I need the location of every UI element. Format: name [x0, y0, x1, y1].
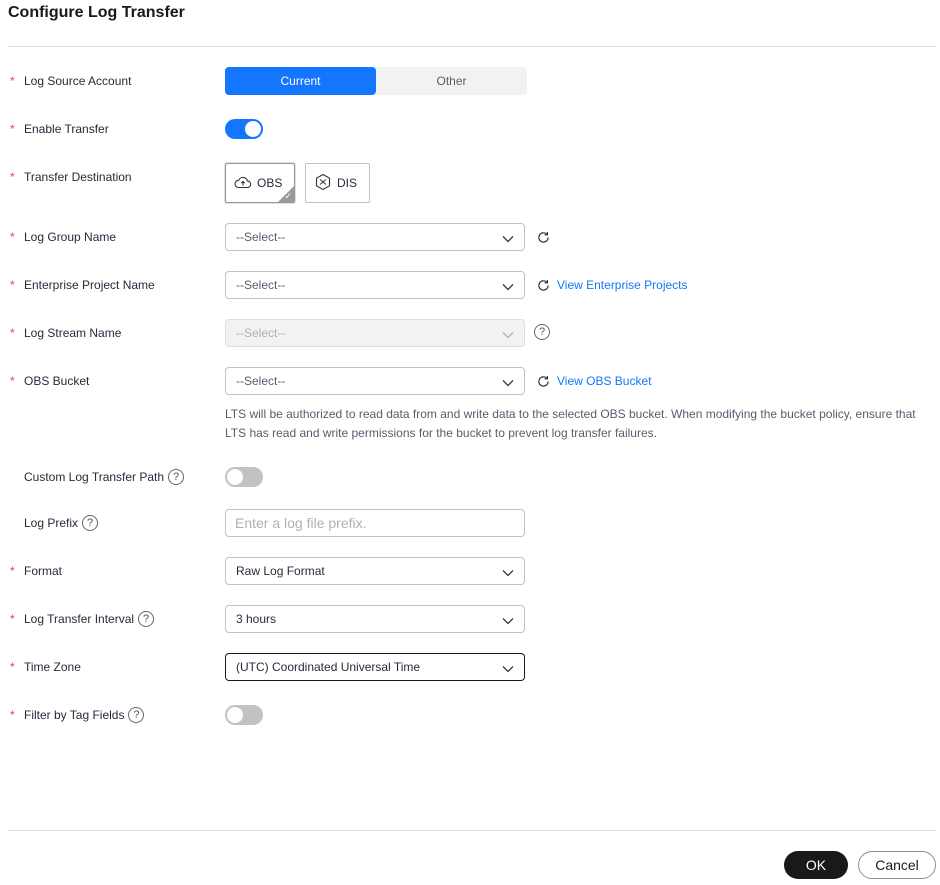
filter-tags-toggle[interactable]: [225, 705, 263, 725]
option-current[interactable]: Current: [225, 67, 376, 95]
view-enterprise-projects-link[interactable]: View Enterprise Projects: [557, 278, 688, 292]
required-marker: *: [10, 612, 15, 626]
help-icon[interactable]: ?: [82, 515, 99, 531]
row-log-stream: * Log Stream Name --Select-- ?: [0, 319, 940, 347]
row-enterprise-project: * Enterprise Project Name --Select-- Vie…: [0, 271, 940, 299]
interval-select[interactable]: 3 hours: [225, 605, 525, 633]
custom-path-label: Custom Log Transfer Path ?: [10, 469, 185, 485]
cancel-button[interactable]: Cancel: [858, 851, 936, 879]
refresh-icon[interactable]: [535, 277, 551, 293]
obs-bucket-hint: LTS will be authorized to read data from…: [225, 407, 916, 440]
enterprise-project-label: * Enterprise Project Name: [10, 278, 155, 292]
ok-button[interactable]: OK: [784, 851, 848, 879]
required-marker: *: [10, 278, 15, 292]
chevron-down-icon: [502, 328, 514, 342]
required-marker: *: [10, 564, 15, 578]
destination-dis-card[interactable]: DIS: [305, 163, 370, 203]
help-icon[interactable]: ?: [534, 324, 550, 340]
row-log-source-account: * Log Source Account Current Other: [0, 67, 940, 95]
header-divider: [8, 46, 936, 47]
chevron-down-icon: [502, 614, 514, 628]
destination-dis-label: DIS: [337, 176, 358, 190]
time-zone-select[interactable]: (UTC) Coordinated Universal Time: [225, 653, 525, 681]
chevron-down-icon: [502, 232, 514, 246]
interval-label: * Log Transfer Interval ?: [10, 611, 155, 627]
dis-hexagon-icon: [314, 173, 332, 194]
cloud-upload-icon: [234, 175, 252, 192]
log-stream-select: --Select--: [225, 319, 525, 347]
chevron-down-icon: [502, 280, 514, 294]
required-marker: *: [10, 326, 15, 340]
enterprise-project-select[interactable]: --Select--: [225, 271, 525, 299]
row-filter-tags: * Filter by Tag Fields ?: [0, 701, 940, 729]
required-marker: *: [10, 74, 15, 88]
row-log-group: * Log Group Name --Select--: [0, 223, 940, 251]
log-prefix-label: Log Prefix ?: [10, 515, 99, 531]
row-transfer-destination: * Transfer Destination OBS ✓ DIS: [0, 163, 940, 203]
check-icon: ✓: [284, 191, 292, 201]
help-icon[interactable]: ?: [138, 611, 155, 627]
row-obs-bucket: * OBS Bucket --Select-- View OBS Bucket: [0, 367, 940, 395]
row-log-prefix: Log Prefix ?: [0, 509, 940, 537]
destination-obs-card[interactable]: OBS ✓: [225, 163, 295, 203]
dialog-title: Configure Log Transfer: [8, 4, 185, 21]
log-source-account-segmented: Current Other: [225, 67, 527, 95]
filter-tags-label: * Filter by Tag Fields ?: [10, 707, 145, 723]
row-custom-path: Custom Log Transfer Path ?: [0, 463, 940, 491]
custom-path-toggle[interactable]: [225, 467, 263, 487]
row-time-zone: * Time Zone (UTC) Coordinated Universal …: [0, 653, 940, 681]
required-marker: *: [10, 122, 15, 136]
time-zone-label: * Time Zone: [10, 660, 81, 674]
transfer-destination-label: * Transfer Destination: [10, 170, 132, 184]
log-group-label: * Log Group Name: [10, 230, 117, 244]
refresh-icon[interactable]: [535, 229, 551, 245]
format-label: * Format: [10, 564, 63, 578]
format-select[interactable]: Raw Log Format: [225, 557, 525, 585]
footer-divider: [8, 830, 936, 831]
view-obs-bucket-link[interactable]: View OBS Bucket: [557, 374, 652, 388]
enable-transfer-toggle[interactable]: [225, 119, 263, 139]
chevron-down-icon: [502, 376, 514, 390]
log-source-account-label: * Log Source Account: [10, 74, 132, 88]
help-icon[interactable]: ?: [168, 469, 185, 485]
chevron-down-icon: [502, 566, 514, 580]
row-format: * Format Raw Log Format: [0, 557, 940, 585]
log-stream-label: * Log Stream Name: [10, 326, 122, 340]
required-marker: *: [10, 170, 15, 184]
chevron-down-icon: [502, 662, 514, 676]
enable-transfer-label: * Enable Transfer: [10, 122, 109, 136]
refresh-icon[interactable]: [535, 373, 551, 389]
required-marker: *: [10, 374, 15, 388]
log-prefix-input[interactable]: [225, 509, 525, 537]
option-other[interactable]: Other: [376, 67, 527, 95]
obs-bucket-label: * OBS Bucket: [10, 374, 90, 388]
required-marker: *: [10, 230, 15, 244]
row-enable-transfer: * Enable Transfer: [0, 115, 940, 143]
row-interval: * Log Transfer Interval ? 3 hours: [0, 605, 940, 633]
obs-bucket-select[interactable]: --Select--: [225, 367, 525, 395]
log-group-select[interactable]: --Select--: [225, 223, 525, 251]
required-marker: *: [10, 660, 15, 674]
help-icon[interactable]: ?: [128, 707, 145, 723]
required-marker: *: [10, 708, 15, 722]
